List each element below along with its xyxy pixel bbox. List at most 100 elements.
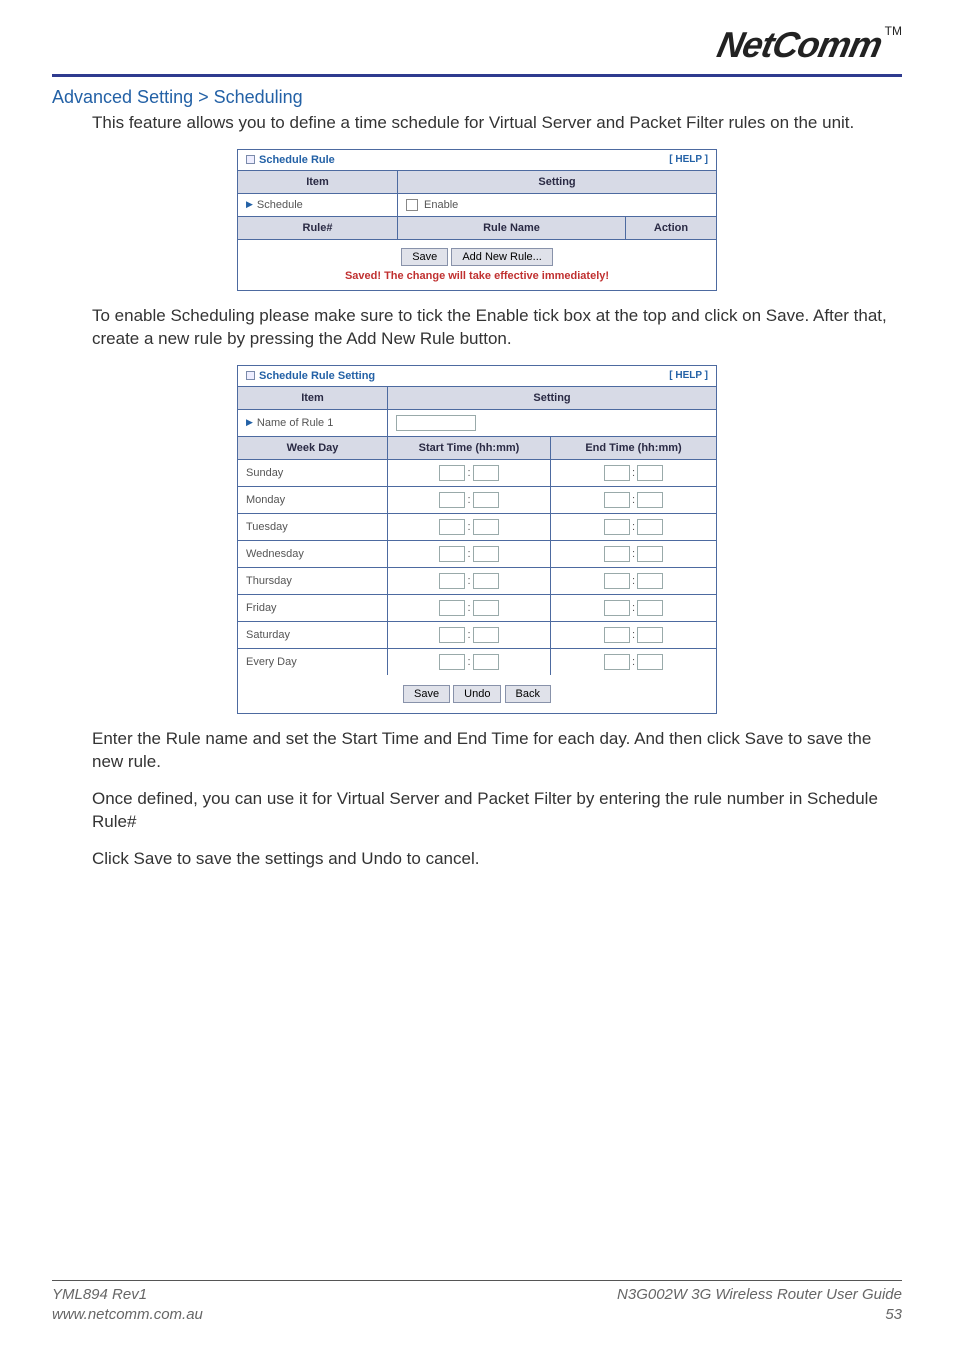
start-time-cell: : xyxy=(388,649,551,675)
start-hh-input[interactable] xyxy=(439,465,465,481)
end-mm-input[interactable] xyxy=(637,573,663,589)
start-hh-input[interactable] xyxy=(439,627,465,643)
start-time-cell: : xyxy=(388,595,551,621)
end-mm-input[interactable] xyxy=(637,492,663,508)
rule-name-input[interactable] xyxy=(396,415,476,431)
end-hh-input[interactable] xyxy=(604,627,630,643)
logo-bar: NetCommTM xyxy=(52,20,902,72)
time-colon: : xyxy=(467,575,470,587)
time-colon: : xyxy=(632,467,635,479)
day-label: Wednesday xyxy=(238,541,388,567)
outro-text-2: Once defined, you can use it for Virtual… xyxy=(92,788,902,834)
col-action: Action xyxy=(626,217,716,239)
day-row: Wednesday:: xyxy=(238,541,716,568)
schedule-rule-panel: Schedule Rule [ HELP ] Item Setting ▶ Sc… xyxy=(237,149,717,291)
undo-button[interactable]: Undo xyxy=(453,685,501,703)
day-label: Friday xyxy=(238,595,388,621)
start-mm-input[interactable] xyxy=(473,627,499,643)
day-row: Every Day:: xyxy=(238,649,716,675)
end-hh-input[interactable] xyxy=(604,654,630,670)
help-link[interactable]: [ HELP ] xyxy=(669,370,708,381)
back-button[interactable]: Back xyxy=(505,685,551,703)
time-colon: : xyxy=(467,656,470,668)
panel-title: Schedule Rule xyxy=(259,154,335,166)
save-button[interactable]: Save xyxy=(403,685,450,703)
time-colon: : xyxy=(632,575,635,587)
end-mm-input[interactable] xyxy=(637,519,663,535)
end-time-cell: : xyxy=(551,541,716,567)
start-mm-input[interactable] xyxy=(473,654,499,670)
col-rule-num: Rule# xyxy=(238,217,398,239)
end-mm-input[interactable] xyxy=(637,627,663,643)
end-mm-input[interactable] xyxy=(637,654,663,670)
start-mm-input[interactable] xyxy=(473,573,499,589)
end-mm-input[interactable] xyxy=(637,546,663,562)
col-rule-name: Rule Name xyxy=(398,217,626,239)
header-divider xyxy=(52,74,902,77)
trademark-icon: TM xyxy=(885,24,902,38)
start-mm-input[interactable] xyxy=(473,465,499,481)
start-mm-input[interactable] xyxy=(473,519,499,535)
footer-rev: YML894 Rev1 xyxy=(52,1285,203,1305)
start-time-cell: : xyxy=(388,460,551,486)
day-row: Friday:: xyxy=(238,595,716,622)
end-mm-input[interactable] xyxy=(637,465,663,481)
day-label: Every Day xyxy=(238,649,388,675)
end-hh-input[interactable] xyxy=(604,519,630,535)
footer-guide: N3G002W 3G Wireless Router User Guide xyxy=(617,1285,902,1305)
col-item2: Item xyxy=(238,387,388,409)
end-time-cell: : xyxy=(551,460,716,486)
day-row: Monday:: xyxy=(238,487,716,514)
save-button[interactable]: Save xyxy=(401,248,448,266)
start-mm-input[interactable] xyxy=(473,492,499,508)
start-hh-input[interactable] xyxy=(439,573,465,589)
end-hh-input[interactable] xyxy=(604,546,630,562)
end-time-cell: : xyxy=(551,568,716,594)
start-hh-input[interactable] xyxy=(439,600,465,616)
col-start: Start Time (hh:mm) xyxy=(388,437,551,459)
section-title: Advanced Setting > Scheduling xyxy=(52,87,902,108)
brand-logo: NetComm xyxy=(713,24,885,66)
time-colon: : xyxy=(467,494,470,506)
footer-page-number: 53 xyxy=(617,1305,902,1325)
time-colon: : xyxy=(632,521,635,533)
start-hh-input[interactable] xyxy=(439,519,465,535)
outro-text-3: Click Save to save the settings and Undo… xyxy=(92,848,902,871)
start-hh-input[interactable] xyxy=(439,654,465,670)
panel1-button-row: Save Add New Rule... xyxy=(238,240,716,270)
start-time-cell: : xyxy=(388,568,551,594)
footer-divider xyxy=(52,1280,902,1281)
time-colon: : xyxy=(632,494,635,506)
time-colon: : xyxy=(632,629,635,641)
footer-right: N3G002W 3G Wireless Router User Guide 53 xyxy=(617,1285,902,1324)
end-hh-input[interactable] xyxy=(604,600,630,616)
time-colon: : xyxy=(467,521,470,533)
start-time-cell: : xyxy=(388,622,551,648)
mid-text: To enable Scheduling please make sure to… xyxy=(92,305,902,351)
schedule-label: Schedule xyxy=(257,199,303,211)
end-mm-input[interactable] xyxy=(637,600,663,616)
col-end: End Time (hh:mm) xyxy=(551,437,716,459)
col-setting: Setting xyxy=(398,171,716,193)
panel-header: Schedule Rule [ HELP ] xyxy=(238,150,716,171)
enable-label: Enable xyxy=(424,199,458,211)
enable-checkbox[interactable] xyxy=(406,199,418,211)
bullet-icon: ▶ xyxy=(246,417,253,428)
start-hh-input[interactable] xyxy=(439,492,465,508)
end-time-cell: : xyxy=(551,622,716,648)
end-hh-input[interactable] xyxy=(604,465,630,481)
time-colon: : xyxy=(632,656,635,668)
day-label: Sunday xyxy=(238,460,388,486)
panel-icon xyxy=(246,155,255,164)
help-link[interactable]: [ HELP ] xyxy=(669,154,708,165)
start-mm-input[interactable] xyxy=(473,600,499,616)
start-hh-input[interactable] xyxy=(439,546,465,562)
start-mm-input[interactable] xyxy=(473,546,499,562)
add-new-rule-button[interactable]: Add New Rule... xyxy=(451,248,552,266)
time-colon: : xyxy=(632,548,635,560)
schedule-rule-setting-panel: Schedule Rule Setting [ HELP ] Item Sett… xyxy=(237,365,717,714)
day-row: Thursday:: xyxy=(238,568,716,595)
end-hh-input[interactable] xyxy=(604,573,630,589)
day-label: Tuesday xyxy=(238,514,388,540)
end-hh-input[interactable] xyxy=(604,492,630,508)
